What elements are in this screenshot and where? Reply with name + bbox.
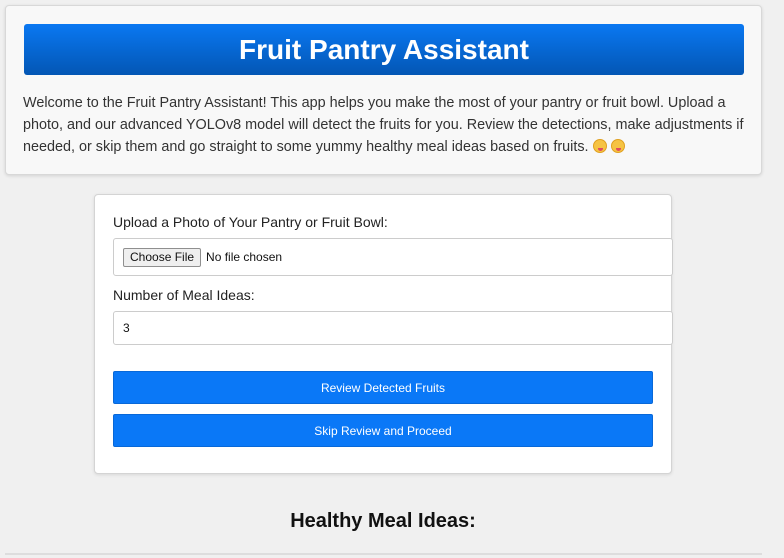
meal-ideas-input[interactable] — [113, 311, 673, 345]
meal-ideas-heading: Healthy Meal Ideas: — [290, 510, 476, 532]
intro-text: Welcome to the Fruit Pantry Assistant! T… — [23, 92, 745, 158]
header-card: Fruit Pantry Assistant Welcome to the Fr… — [5, 5, 762, 175]
meal-ideas-label: Number of Meal Ideas: — [113, 287, 255, 303]
section-divider — [5, 553, 762, 555]
choose-file-button[interactable]: Choose File — [123, 247, 202, 267]
upload-label: Upload a Photo of Your Pantry or Fruit B… — [113, 214, 388, 230]
tongue-face-emoji-icon — [610, 139, 625, 153]
skip-review-button[interactable]: Skip Review and Proceed — [113, 414, 653, 447]
upload-form-card: Upload a Photo of Your Pantry or Fruit B… — [94, 194, 673, 474]
app-title: Fruit Pantry Assistant — [24, 24, 744, 75]
review-detected-fruits-button[interactable]: Review Detected Fruits — [113, 371, 653, 404]
no-file-text: No file chosen — [206, 250, 283, 264]
file-input[interactable]: Choose File No file chosen — [113, 238, 673, 276]
intro-paragraph: Welcome to the Fruit Pantry Assistant! T… — [23, 95, 744, 155]
yum-face-emoji-icon — [592, 139, 607, 153]
